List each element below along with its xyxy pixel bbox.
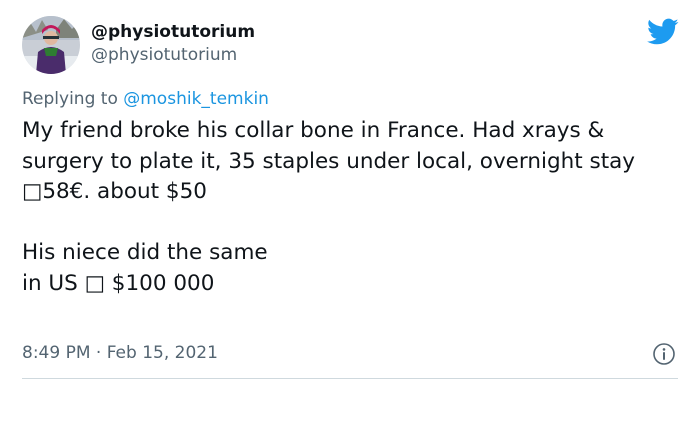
avatar[interactable]	[22, 16, 80, 74]
tweet-card: @physiotutorium @physiotutorium Replying…	[0, 0, 700, 433]
tweet-text: My friend broke his collar bone in Franc…	[22, 118, 636, 296]
reply-prefix: Replying to	[22, 89, 124, 109]
tweet-timestamp[interactable]: 8:49 PM · Feb 15, 2021	[22, 342, 218, 364]
reply-context: Replying to @moshik_temkin	[22, 88, 269, 110]
info-icon[interactable]	[652, 342, 676, 366]
reply-mention-link[interactable]: @moshik_temkin	[123, 89, 269, 109]
divider	[22, 378, 678, 379]
author-display-name[interactable]: @physiotutorium	[91, 22, 255, 42]
twitter-bird-icon[interactable]	[647, 18, 679, 46]
author-handle[interactable]: @physiotutorium	[91, 45, 237, 65]
